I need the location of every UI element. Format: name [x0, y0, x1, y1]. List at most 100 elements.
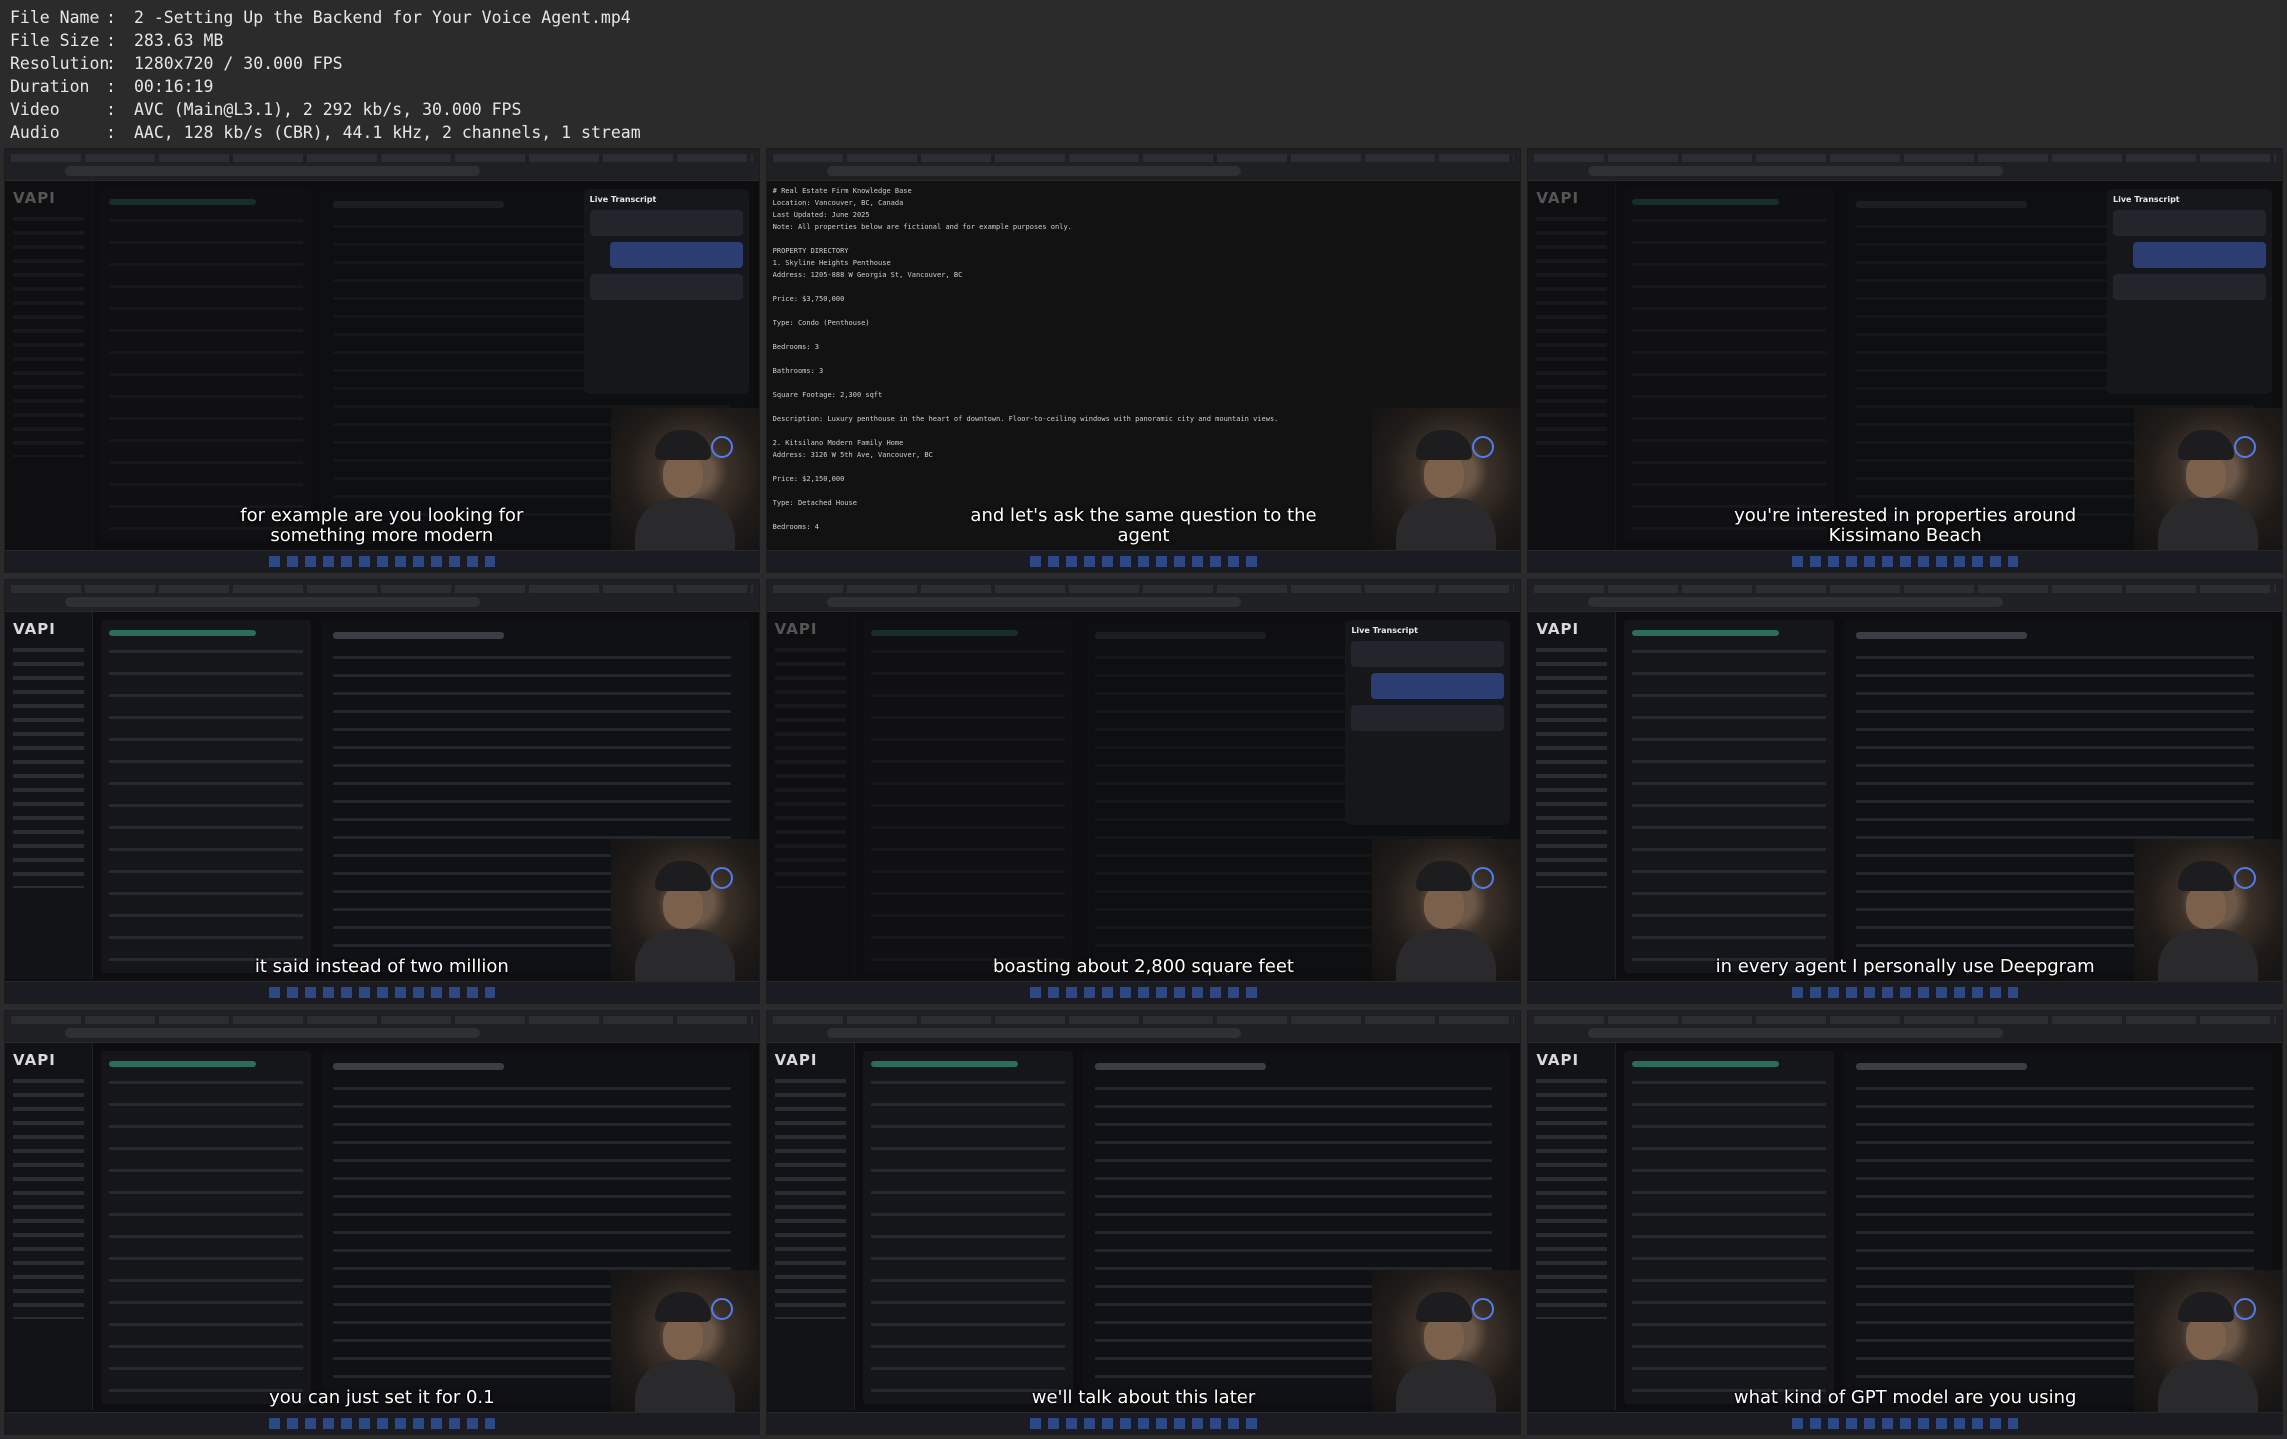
sidebar-nav: [774, 648, 846, 888]
video-thumbnail[interactable]: VAPI you can just set it for 0.1: [4, 1010, 760, 1435]
user-message: [1371, 673, 1505, 699]
info-row: Audio: AAC, 128 kb/s (CBR), 44.1 kHz, 2 c…: [10, 121, 2277, 144]
vapi-logo: VAPI: [774, 1051, 818, 1069]
video-thumbnail[interactable]: VAPI it said instead of two million: [4, 579, 760, 1004]
live-transcript-panel: Live Transcript: [1345, 620, 1511, 825]
info-label: File Name: [10, 8, 100, 27]
info-value: 2 -Setting Up the Backend for Your Voice…: [134, 8, 631, 27]
vapi-logo: VAPI: [13, 189, 56, 207]
info-value: 1280x720 / 30.000 FPS: [134, 54, 343, 73]
recording-icon: [1472, 436, 1495, 458]
info-label: File Size: [10, 31, 100, 50]
sidebar-nav: [13, 648, 84, 888]
info-separator: :: [106, 8, 116, 27]
transcript-title: Live Transcript: [589, 195, 657, 204]
app-sidebar: VAPI: [766, 1043, 855, 1410]
sidebar-nav: [774, 1079, 846, 1319]
recording-icon: [1472, 867, 1495, 889]
thumbnail-grid: VAPI Live Transcript for example are you l…: [4, 148, 2283, 1435]
assistants-list: [101, 620, 311, 973]
recording-icon: [2234, 867, 2256, 889]
app-sidebar: VAPI: [1528, 612, 1617, 979]
agent-message: [589, 210, 743, 236]
sidebar-nav: [13, 217, 84, 457]
windows-taskbar: [1528, 550, 2282, 572]
app-sidebar: VAPI: [1528, 1043, 1617, 1410]
app-sidebar: VAPI: [766, 612, 855, 979]
windows-taskbar: [766, 981, 1521, 1003]
info-label: Resolution: [10, 54, 110, 73]
webcam-overlay: [1372, 408, 1521, 550]
sidebar-nav: [1536, 648, 1608, 888]
transcript-title: Live Transcript: [1351, 626, 1418, 635]
windows-taskbar: [766, 550, 1521, 572]
app-sidebar: VAPI: [1528, 181, 1617, 548]
webcam-overlay: [1372, 839, 1521, 981]
info-value: 283.63 MB: [134, 31, 224, 50]
sidebar-nav: [13, 1079, 84, 1319]
info-row: Video: AVC (Main@L3.1), 2 292 kb/s, 30.00…: [10, 98, 2277, 121]
windows-taskbar: [1528, 1412, 2282, 1434]
video-thumbnail[interactable]: VAPI Live Transcript you're interested in …: [1527, 148, 2283, 573]
recording-icon: [2234, 1298, 2256, 1320]
live-transcript-panel: Live Transcript: [583, 189, 749, 394]
assistants-list: [1624, 620, 1835, 973]
webcam-overlay: [610, 408, 759, 550]
webcam-overlay: [2134, 839, 2282, 981]
app-sidebar: VAPI: [5, 1043, 93, 1410]
browser-chrome: [5, 1011, 759, 1043]
assistants-list: [862, 1051, 1073, 1404]
webcam-overlay: [610, 1270, 759, 1412]
windows-taskbar: [5, 981, 759, 1003]
video-thumbnail[interactable]: # Real Estate Firm Knowledge Base Locati…: [765, 148, 1522, 573]
info-separator: :: [106, 31, 116, 50]
transcript-title: Live Transcript: [2113, 195, 2180, 204]
assistants-list: [101, 189, 311, 542]
info-label: Audio: [10, 123, 60, 142]
assistants-list: [1624, 1051, 1835, 1404]
webcam-overlay: [2134, 1270, 2282, 1412]
vapi-logo: VAPI: [1536, 189, 1580, 207]
sidebar-nav: [1536, 217, 1608, 457]
browser-chrome: [1528, 1011, 2282, 1043]
browser-chrome: [766, 580, 1521, 612]
assistants-list: [862, 620, 1073, 973]
vapi-logo: VAPI: [13, 620, 56, 638]
video-thumbnail[interactable]: VAPI we'll talk about this later: [765, 1010, 1522, 1435]
recording-icon: [710, 1298, 733, 1320]
info-separator: :: [106, 123, 116, 142]
info-value: 00:16:19: [134, 77, 214, 96]
agent-message: [2113, 274, 2266, 300]
vapi-logo: VAPI: [1536, 1051, 1580, 1069]
browser-chrome: [5, 580, 759, 612]
user-message: [2133, 242, 2266, 268]
app-sidebar: VAPI: [5, 181, 93, 548]
app-sidebar: VAPI: [5, 612, 93, 979]
webcam-overlay: [610, 839, 759, 981]
live-transcript-panel: Live Transcript: [2107, 189, 2272, 394]
browser-chrome: [1528, 149, 2282, 181]
info-row: File Size:283.63 MB: [10, 29, 2277, 52]
info-value: AAC, 128 kb/s (CBR), 44.1 kHz, 2 channel…: [134, 123, 641, 142]
webcam-overlay: [2134, 408, 2282, 550]
video-thumbnail[interactable]: VAPI Live Transcript boasting about 2,800 …: [765, 579, 1522, 1004]
windows-taskbar: [5, 1412, 759, 1434]
info-separator: :: [106, 54, 116, 73]
assistants-list: [101, 1051, 311, 1404]
info-row: File Name:2 -Setting Up the Backend for …: [10, 6, 2277, 29]
browser-chrome: [766, 1011, 1521, 1043]
file-info-header: File Name:2 -Setting Up the Backend for …: [0, 0, 2287, 147]
video-thumbnail[interactable]: VAPI Live Transcript for example are you l…: [4, 148, 760, 573]
windows-taskbar: [5, 550, 759, 572]
webcam-overlay: [1372, 1270, 1521, 1412]
info-separator: :: [106, 77, 116, 96]
video-thumbnail[interactable]: VAPI in every agent I personally use Deep…: [1527, 579, 2283, 1004]
browser-chrome: [1528, 580, 2282, 612]
agent-message: [1351, 641, 1505, 667]
recording-icon: [1472, 1298, 1495, 1320]
agent-message: [1351, 705, 1505, 731]
sidebar-nav: [1536, 1079, 1608, 1319]
info-row: Resolution:1280x720 / 30.000 FPS: [10, 52, 2277, 75]
video-thumbnail[interactable]: VAPI what kind of GPT model are you using: [1527, 1010, 2283, 1435]
info-label: Video: [10, 100, 60, 119]
